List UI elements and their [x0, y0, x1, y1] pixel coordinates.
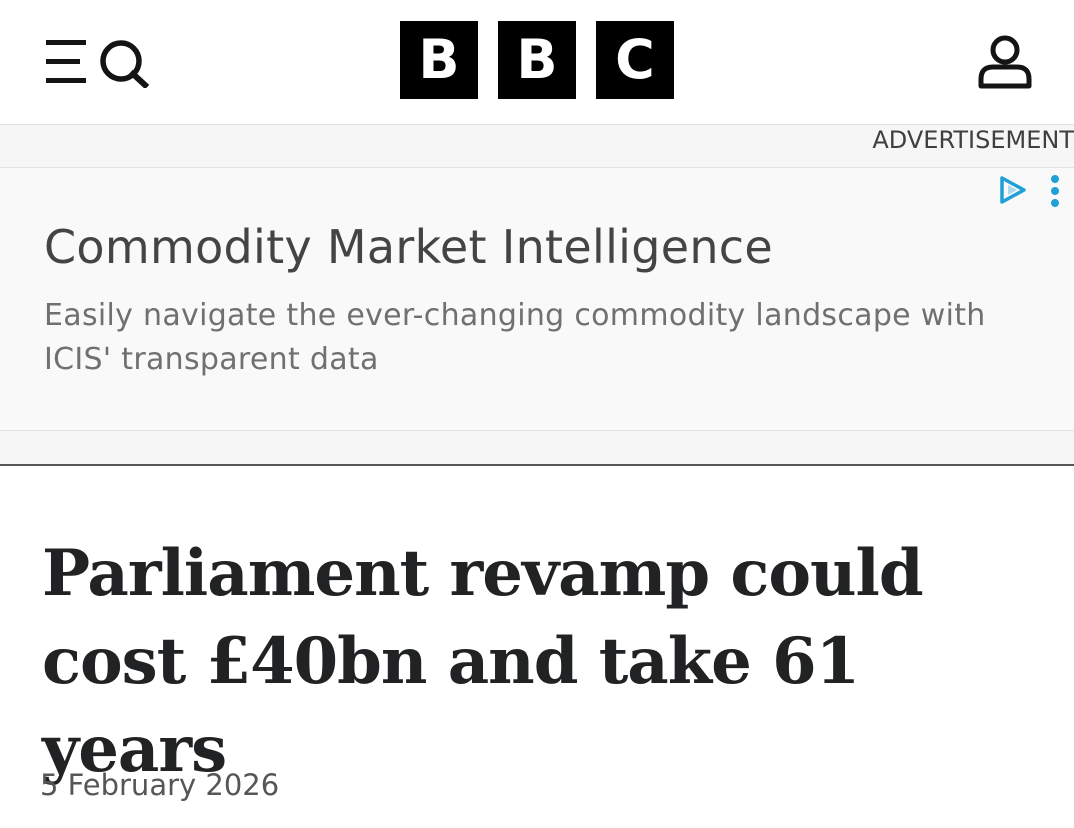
menu-icon	[46, 40, 150, 90]
ad-description: Easily navigate the ever-changing commod…	[44, 298, 986, 377]
advertisement-bottom-bar	[0, 430, 1074, 466]
logo-letter: C	[596, 21, 674, 99]
logo-letter: B	[400, 21, 478, 99]
advertisement-label: ADVERTISEMENT	[872, 126, 1074, 154]
menu-search-button[interactable]	[44, 38, 150, 90]
search-icon	[100, 40, 150, 90]
bbc-logo[interactable]: B B C	[400, 21, 676, 99]
ad-title: Commodity Market Intelligence	[44, 220, 773, 274]
advertisement-label-bar: ADVERTISEMENT	[0, 124, 1074, 168]
article-headline: Parliament revamp could cost £40bn and t…	[42, 536, 924, 787]
adchoices-icon[interactable]	[996, 174, 1028, 206]
article-date: 5 February 2026	[40, 768, 280, 802]
account-icon	[978, 35, 1032, 89]
more-options-icon[interactable]	[1044, 174, 1066, 208]
site-header: B B C	[0, 0, 1074, 124]
account-button[interactable]	[976, 34, 1034, 90]
logo-letter: B	[498, 21, 576, 99]
advertisement-banner[interactable]: Commodity Market Intelligence Easily nav…	[0, 168, 1074, 430]
